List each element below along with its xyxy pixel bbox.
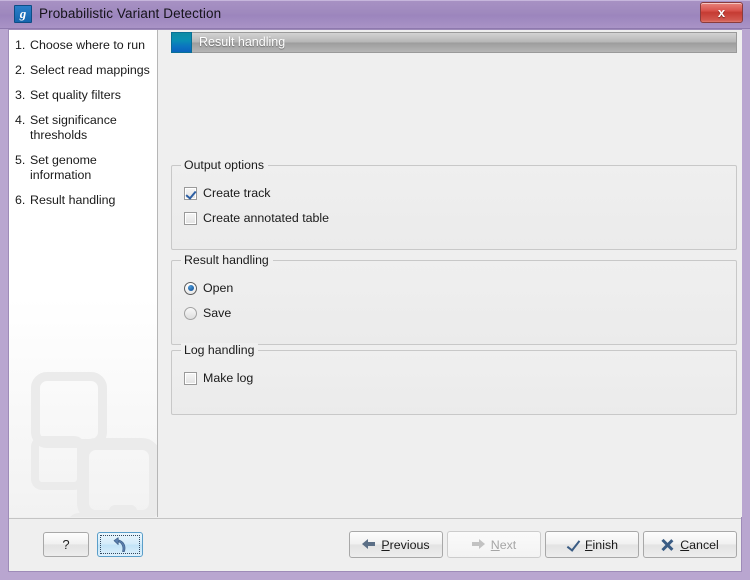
previous-button[interactable]: Previous: [349, 531, 443, 558]
next-label: Next: [490, 537, 517, 552]
focus-ring: [100, 535, 140, 554]
step-label: Choose where to run: [30, 38, 146, 52]
make-log-label: Make log: [203, 371, 254, 385]
reset-button[interactable]: [97, 532, 143, 557]
make-log-checkbox[interactable]: [184, 371, 197, 385]
create-annotated-table-label: Create annotated table: [203, 211, 330, 225]
step-number: 5.: [15, 153, 26, 167]
close-icon: x: [717, 5, 726, 20]
create-annotated-table-row[interactable]: Create annotated table: [184, 211, 329, 225]
sidebar-step-3[interactable]: 3. Set quality filters: [15, 88, 157, 103]
panel-header-title: Result handling: [199, 35, 286, 49]
cancel-button[interactable]: Cancel: [643, 531, 737, 558]
step-label: Select read mappings: [30, 63, 150, 77]
step-label: Result handling: [30, 193, 116, 207]
open-radio-row[interactable]: Open: [184, 281, 233, 295]
result-handling-group: Result handling Open Save: [171, 253, 737, 345]
sidebar-step-6[interactable]: 6. Result handling: [15, 193, 157, 208]
check-icon: [566, 539, 579, 551]
create-annotated-table-checkbox[interactable]: [184, 211, 197, 225]
step-label: Set genome information: [30, 153, 97, 182]
finish-label: Finish: [584, 537, 619, 552]
sidebar-step-5[interactable]: 5. Set genome information: [15, 153, 157, 183]
help-button[interactable]: ?: [43, 532, 89, 557]
arrow-right-icon: [471, 539, 485, 550]
create-track-row[interactable]: Create track: [184, 186, 270, 200]
open-radio[interactable]: [184, 281, 197, 295]
step-number: 4.: [15, 113, 26, 127]
step-number: 3.: [15, 88, 26, 102]
create-track-checkbox[interactable]: [184, 186, 197, 200]
create-track-label: Create track: [203, 186, 271, 200]
previous-label: Previous: [381, 537, 430, 552]
cancel-label: Cancel: [680, 537, 719, 552]
arrow-left-icon: [362, 539, 376, 550]
save-radio[interactable]: [184, 306, 197, 320]
close-x-icon: [661, 539, 674, 551]
step-label: Set quality filters: [30, 88, 121, 102]
sidebar-step-4[interactable]: 4. Set significance thresholds: [15, 113, 157, 143]
dialog-window: g Probabilistic Variant Detection x 1. C…: [0, 0, 750, 580]
panel-accent-icon: [171, 32, 192, 53]
title-bar: g Probabilistic Variant Detection x: [0, 0, 750, 29]
app-icon: g: [14, 5, 32, 23]
main-content-panel: Result handling Output options Create tr…: [159, 30, 742, 517]
dialog-frame: 1. Choose where to run 2. Select read ma…: [8, 29, 742, 572]
step-number: 1.: [15, 38, 26, 52]
sidebar-step-2[interactable]: 2. Select read mappings: [15, 63, 157, 78]
log-handling-group: Log handling Make log: [171, 343, 737, 415]
sidebar-step-1[interactable]: 1. Choose where to run: [15, 38, 157, 53]
step-number: 2.: [15, 63, 26, 77]
log-handling-title: Log handling: [181, 343, 259, 357]
wizard-step-sidebar: 1. Choose where to run 2. Select read ma…: [9, 30, 158, 517]
step-list: 1. Choose where to run 2. Select read ma…: [9, 30, 157, 208]
output-options-title: Output options: [181, 158, 268, 172]
dialog-button-bar: ? Previous Next Finish Cancel: [9, 518, 741, 571]
finish-button[interactable]: Finish: [545, 531, 639, 558]
question-mark-icon: ?: [62, 537, 70, 552]
step-label: Set significance thresholds: [30, 113, 117, 142]
result-handling-title: Result handling: [181, 253, 273, 267]
window-title: Probabilistic Variant Detection: [39, 6, 222, 21]
next-button: Next: [447, 531, 541, 558]
save-label: Save: [203, 306, 232, 320]
make-log-row[interactable]: Make log: [184, 371, 253, 385]
output-options-group: Output options Create track Create annot…: [171, 158, 737, 250]
close-button[interactable]: x: [700, 2, 743, 23]
step-number: 6.: [15, 193, 26, 207]
open-label: Open: [203, 281, 234, 295]
save-radio-row[interactable]: Save: [184, 306, 231, 320]
title-bar-highlight: [0, 0, 750, 1]
panel-header: Result handling: [171, 32, 737, 53]
